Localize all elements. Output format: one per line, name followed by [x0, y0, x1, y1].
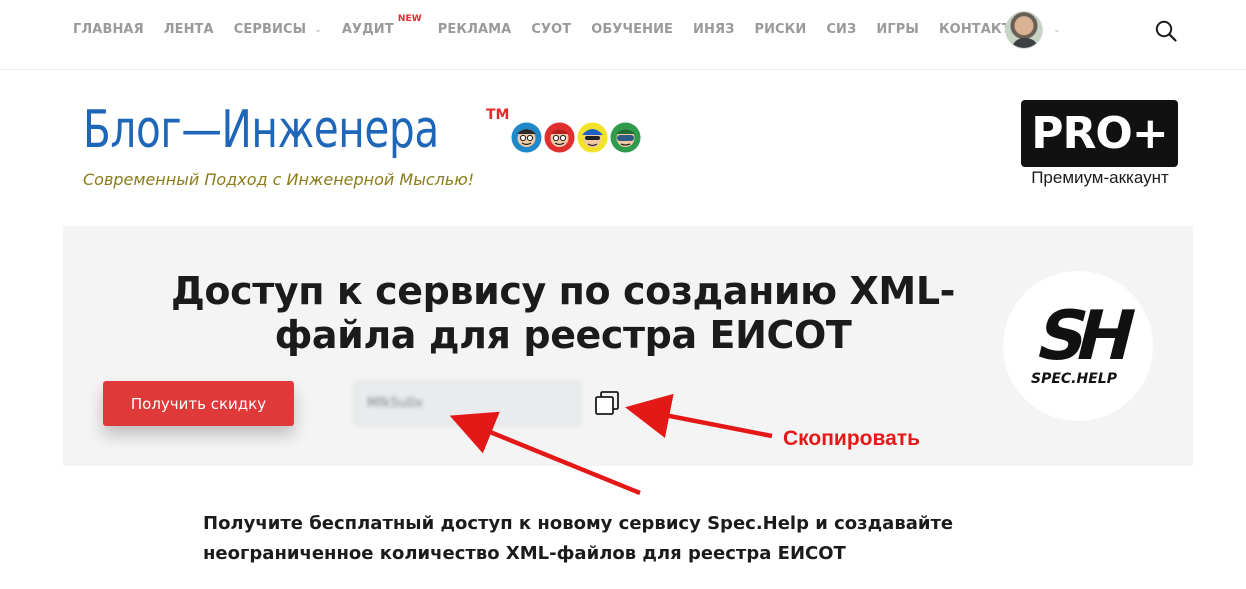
nav-item-games[interactable]: ИГРЫ: [876, 22, 919, 37]
spec-help-logo-letters: SH: [1029, 297, 1139, 376]
nav-item-services[interactable]: СЕРВИСЫ ⌄: [234, 22, 322, 37]
nav-item-ppe[interactable]: СИЗ: [826, 22, 856, 37]
chevron-down-icon: ⌄: [314, 25, 322, 35]
yellow-face-icon: [577, 122, 608, 153]
nav-item-audit[interactable]: АУДИТ NEW: [341, 14, 422, 37]
promo-code-field[interactable]: [354, 381, 581, 426]
nav-item-suot[interactable]: СУОТ: [531, 22, 571, 37]
nav-item-audit-label: АУДИТ: [341, 22, 394, 37]
get-discount-button[interactable]: Получить скидку: [103, 381, 294, 426]
page-title: Доступ к сервису по созданию XML-файла д…: [170, 269, 956, 357]
chevron-down-icon: ⌄: [1053, 25, 1061, 35]
copy-annotation-label: Скопировать: [783, 427, 920, 450]
premium-account-label[interactable]: Премиум-аккаунт: [1022, 168, 1178, 188]
site-logo-title[interactable]: Блог—Инженера: [83, 102, 439, 158]
profile-menu[interactable]: ⌄: [1005, 11, 1061, 49]
nav-item-feed[interactable]: ЛЕНТА: [164, 22, 214, 37]
nav-item-languages[interactable]: ИНЯЗ: [693, 22, 734, 37]
red-face-icon: [544, 122, 575, 153]
new-badge: NEW: [397, 14, 422, 24]
copy-icon[interactable]: [594, 390, 620, 416]
top-navigation: ГЛАВНАЯ ЛЕНТА СЕРВИСЫ ⌄ АУДИТ NEW РЕКЛАМА …: [0, 0, 1246, 70]
nav-item-training[interactable]: ОБУЧЕНИЕ: [591, 22, 673, 37]
spec-help-logo[interactable]: SH SPEC.HELP: [1003, 271, 1153, 421]
main-menu: ГЛАВНАЯ ЛЕНТА СЕРВИСЫ ⌄ АУДИТ NEW РЕКЛАМА …: [73, 14, 1044, 37]
search-icon[interactable]: [1154, 19, 1178, 43]
service-description: Получите бесплатный доступ к новому серв…: [203, 513, 954, 564]
spec-help-logo-caption: SPEC.HELP: [1031, 371, 1118, 387]
service-access-panel: Доступ к сервису по созданию XML-файла д…: [63, 226, 1193, 466]
pro-plus-badge[interactable]: PRO+: [1021, 100, 1178, 167]
green-face-icon: [610, 122, 641, 153]
nav-item-services-label: СЕРВИСЫ: [233, 22, 307, 37]
site-tagline: Современный Подход с Инженерной Мыслью!: [83, 170, 475, 189]
blue-face-icon: [511, 122, 542, 153]
trademark-mark: TM: [486, 107, 510, 123]
nav-item-advertising[interactable]: РЕКЛАМА: [438, 22, 512, 37]
nav-item-home[interactable]: ГЛАВНАЯ: [73, 22, 144, 37]
nav-item-risks[interactable]: РИСКИ: [754, 22, 806, 37]
logo-faces: [511, 122, 643, 153]
avatar-icon: [1005, 11, 1043, 49]
